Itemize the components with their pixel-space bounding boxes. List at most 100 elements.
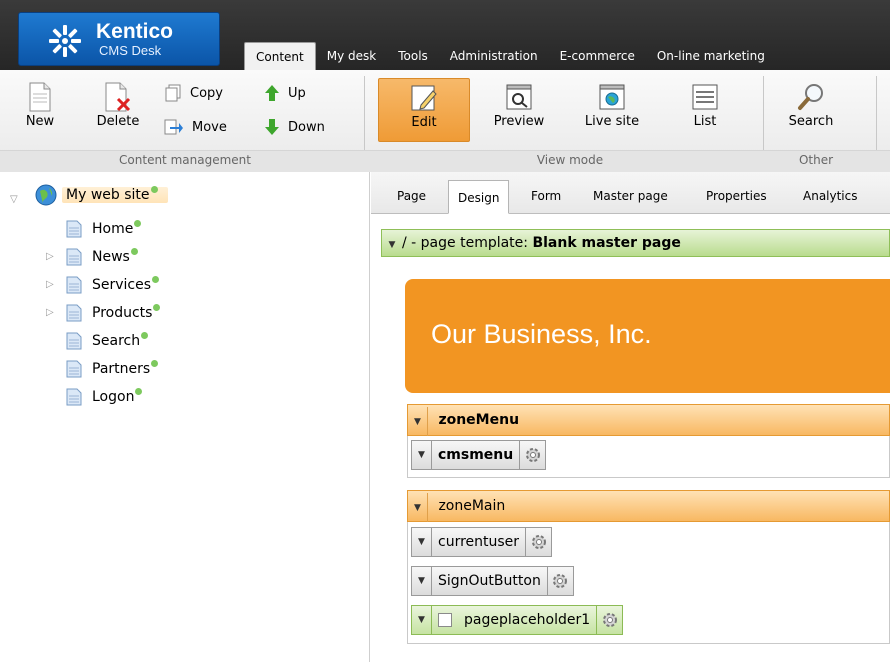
- tree-root-text: My web site: [66, 187, 150, 203]
- view-mode-group-label: View mode: [536, 153, 604, 167]
- live-site-button[interactable]: Live site: [576, 82, 648, 129]
- zone-main-header[interactable]: ▼ zoneMain: [407, 490, 890, 523]
- live-site-label: Live site: [584, 114, 640, 129]
- top-bar: Kentico CMS Desk Content My desk Tools A…: [0, 0, 890, 70]
- tab-online-marketing[interactable]: On-line marketing: [646, 42, 776, 70]
- webpart-arrow-icon[interactable]: ▼: [412, 528, 432, 556]
- page-icon: [66, 360, 82, 378]
- tree-item-news[interactable]: News: [66, 246, 138, 268]
- delete-label: Delete: [96, 114, 140, 129]
- tab-tools[interactable]: Tools: [387, 42, 439, 70]
- status-dot: [130, 247, 138, 255]
- edit-button[interactable]: Edit: [378, 78, 470, 142]
- banner-text: Our Business, Inc.: [431, 319, 652, 349]
- webpart-currentuser[interactable]: ▼ currentuser: [411, 527, 553, 557]
- page-icon: [66, 276, 82, 294]
- subtab-design[interactable]: Design: [448, 180, 510, 214]
- tree-item-logon[interactable]: Logon: [66, 386, 143, 408]
- webpart-pageplaceholder1[interactable]: ▼ pageplaceholder1: [411, 605, 624, 635]
- tree-item-home[interactable]: Home: [66, 218, 142, 240]
- kentico-logo[interactable]: Kentico CMS Desk: [18, 12, 220, 66]
- edit-pencil-icon: [411, 85, 437, 111]
- main-tabs: Content My desk Tools Administration E-c…: [244, 42, 776, 70]
- gear-icon[interactable]: [519, 441, 545, 469]
- arrow-up-icon: [265, 85, 279, 101]
- copy-icon: [165, 84, 181, 102]
- page-editor: Page Design Form Master page Properties …: [371, 172, 890, 662]
- edit-button-inner: Edit: [379, 83, 469, 130]
- tree-item-search[interactable]: Search: [66, 330, 149, 352]
- status-dot: [152, 275, 160, 283]
- webpart-label: cmsmenu: [438, 447, 514, 463]
- subtab-analytics[interactable]: Analytics: [803, 186, 858, 206]
- webpart-label: pageplaceholder1: [464, 612, 591, 628]
- zone-menu-body: ▼ cmsmenu: [407, 436, 890, 478]
- ribbon-toolbar: New Delete Copy Move Up Down Edit Previe…: [0, 70, 890, 172]
- new-document-icon: [29, 82, 51, 112]
- subtab-master-page[interactable]: Master page: [593, 186, 668, 206]
- preview-button[interactable]: Preview: [484, 82, 554, 129]
- tab-my-desk[interactable]: My desk: [316, 42, 387, 70]
- tree-item-label: Services: [92, 277, 152, 293]
- page-icon: [66, 304, 82, 322]
- webpart-signoutbutton[interactable]: ▼ SignOutButton: [411, 566, 574, 596]
- copy-label: Copy: [190, 85, 223, 101]
- up-label: Up: [288, 85, 306, 101]
- placeholder-checkbox[interactable]: [438, 613, 452, 627]
- edit-label: Edit: [411, 115, 437, 130]
- down-button[interactable]: Down: [264, 118, 325, 136]
- zone-main-label: zoneMain: [438, 498, 506, 514]
- tab-administration[interactable]: Administration: [439, 42, 549, 70]
- webpart-cmsmenu[interactable]: ▼ cmsmenu: [411, 440, 547, 470]
- subtab-properties[interactable]: Properties: [706, 186, 767, 206]
- zone-arrow-icon[interactable]: ▼: [408, 493, 428, 523]
- tree-item-label: News: [92, 249, 130, 265]
- page-template-bar[interactable]: ▼ / - page template: Blank master page: [381, 229, 890, 257]
- list-button[interactable]: List: [680, 82, 730, 129]
- new-button[interactable]: New: [20, 82, 60, 129]
- zone-menu-header[interactable]: ▼ zoneMenu: [407, 404, 890, 437]
- tree-item-label: Logon: [92, 389, 135, 405]
- copy-button[interactable]: Copy: [164, 84, 223, 102]
- tree-item-services[interactable]: Services: [66, 274, 160, 296]
- product-name: CMS Desk: [99, 43, 162, 58]
- up-button[interactable]: Up: [264, 84, 306, 102]
- down-label: Down: [288, 119, 325, 135]
- move-icon: [164, 119, 183, 135]
- tree-item-label: Search: [92, 333, 141, 349]
- tab-e-commerce[interactable]: E-commerce: [549, 42, 646, 70]
- status-dot: [151, 359, 159, 367]
- list-icon: [692, 84, 718, 110]
- content-tree: ▽ My web site Home ▷ News ▷ Services ▷ P…: [0, 172, 370, 662]
- webpart-arrow-icon[interactable]: ▼: [412, 441, 432, 469]
- gear-icon-svg: [525, 448, 540, 462]
- zone-menu-label: zoneMenu: [438, 412, 520, 428]
- subtab-page[interactable]: Page: [397, 186, 426, 206]
- move-button[interactable]: Move: [164, 118, 227, 136]
- collapse-arrow-icon[interactable]: ▼: [382, 232, 402, 258]
- gear-icon[interactable]: [525, 528, 551, 556]
- tree-expand-icon[interactable]: ▷: [46, 251, 54, 262]
- search-icon: [798, 84, 823, 110]
- tree-root[interactable]: My web site: [34, 184, 168, 206]
- tree-item-label: Products: [92, 305, 153, 321]
- tree-item-partners[interactable]: Partners: [66, 358, 159, 380]
- delete-button[interactable]: Delete: [92, 82, 144, 129]
- tree-expand-icon[interactable]: ▷: [46, 279, 54, 290]
- tree-item-products[interactable]: Products: [66, 302, 161, 324]
- tab-content[interactable]: Content: [244, 42, 316, 70]
- gear-icon[interactable]: [546, 567, 573, 595]
- new-label: New: [25, 114, 55, 129]
- webpart-arrow-icon[interactable]: ▼: [412, 606, 432, 634]
- zone-arrow-icon[interactable]: ▼: [408, 407, 428, 437]
- tree-collapse-icon[interactable]: ▽: [10, 194, 18, 205]
- tree-expand-icon[interactable]: ▷: [46, 307, 54, 318]
- preview-icon: [506, 84, 532, 110]
- search-button[interactable]: Search: [786, 82, 836, 129]
- gear-icon[interactable]: [596, 606, 622, 634]
- page-icon: [66, 220, 82, 238]
- gear-icon-svg: [602, 613, 617, 627]
- webpart-arrow-icon[interactable]: ▼: [412, 567, 432, 595]
- subtab-form[interactable]: Form: [531, 186, 561, 206]
- page-subtabs: Page Design Form Master page Properties …: [371, 172, 890, 214]
